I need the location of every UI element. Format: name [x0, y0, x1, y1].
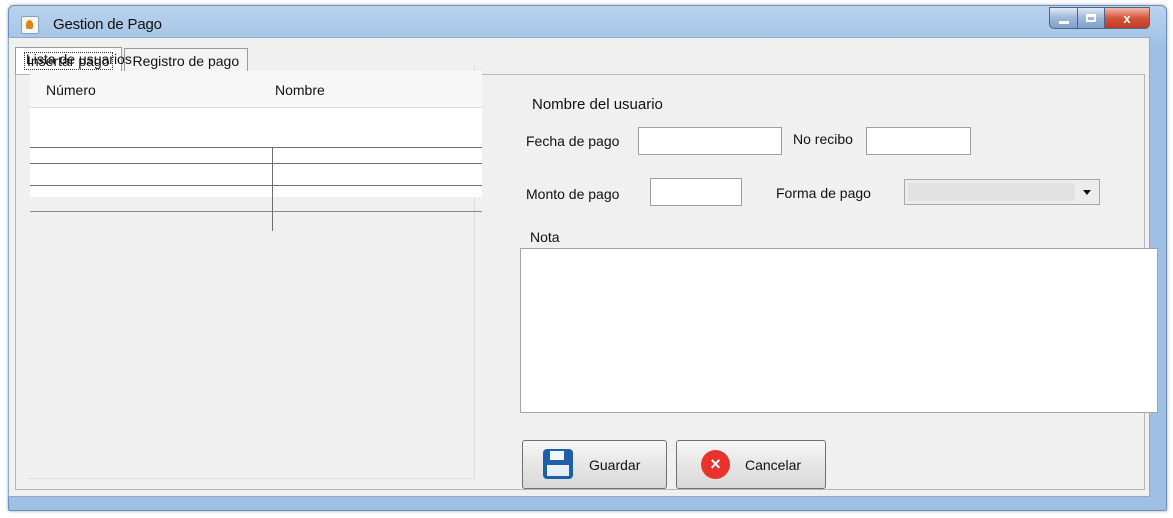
forma-de-pago-select[interactable] — [904, 179, 1100, 205]
list-panel-bottom-edge — [28, 478, 475, 479]
table-row[interactable] — [46, 185, 498, 210]
forma-de-pago-value — [908, 183, 1075, 201]
table-row-line — [30, 147, 482, 148]
tab-label: Registro de pago — [132, 53, 240, 69]
table-header: Número Nombre — [30, 71, 482, 108]
close-button[interactable]: x — [1105, 7, 1150, 29]
fecha-input[interactable] — [638, 127, 782, 155]
floppy-disk-icon — [543, 449, 573, 479]
fecha-label: Fecha de pago — [526, 133, 620, 149]
recibo-label: No recibo — [793, 131, 853, 147]
guardar-button[interactable]: Guardar — [522, 440, 667, 489]
window-controls: x — [1049, 7, 1150, 29]
minimize-icon — [1058, 20, 1069, 24]
nota-label: Nota — [530, 229, 560, 245]
monto-input[interactable] — [650, 178, 742, 206]
java-app-icon — [21, 16, 39, 34]
cancel-x-icon: × — [701, 450, 730, 479]
tab-registro-de-pago[interactable]: Registro de pago — [123, 48, 249, 73]
close-icon: x — [1123, 10, 1131, 26]
forma-label: Forma de pago — [776, 185, 871, 201]
chevron-down-icon — [1083, 190, 1091, 195]
table-row-line — [30, 211, 482, 212]
recibo-input[interactable] — [866, 127, 971, 155]
table-row[interactable] — [46, 163, 498, 179]
nota-textarea[interactable] — [520, 248, 1158, 413]
column-header-numero[interactable]: Número — [46, 82, 96, 98]
monto-label: Monto de pago — [526, 186, 620, 202]
cancelar-button[interactable]: × Cancelar — [676, 440, 826, 489]
user-list-label: Lista de usuarios — [26, 51, 132, 67]
cancelar-label: Cancelar — [745, 457, 802, 473]
guardar-label: Guardar — [589, 457, 641, 473]
maximize-button[interactable] — [1078, 7, 1105, 29]
user-name-label: Nombre del usuario — [532, 96, 663, 113]
maximize-icon — [1086, 14, 1096, 22]
window-title: Gestion de Pago — [53, 16, 162, 33]
column-header-nombre[interactable]: Nombre — [275, 82, 325, 98]
minimize-button[interactable] — [1049, 7, 1078, 29]
